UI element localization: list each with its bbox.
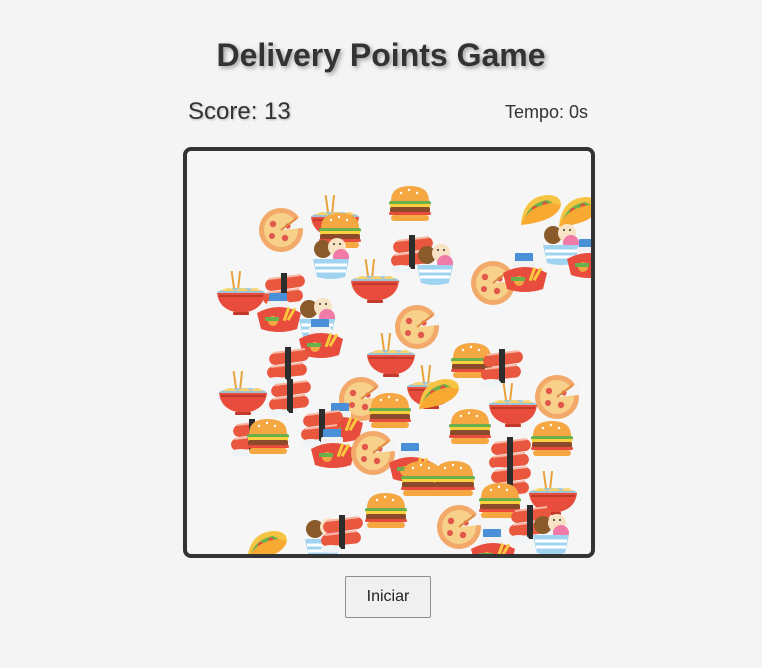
fries-icon[interactable]: [565, 237, 591, 286]
burger-icon[interactable]: [245, 417, 291, 462]
icecream-icon[interactable]: [309, 233, 353, 286]
fries-icon[interactable]: [469, 527, 517, 554]
icecream-icon[interactable]: [413, 239, 457, 292]
game-app: Delivery Points Game Score: 13 Tempo: 0s: [0, 0, 762, 668]
burger-icon[interactable]: [387, 184, 433, 229]
burger-icon[interactable]: [363, 491, 409, 536]
pizza-icon[interactable]: [257, 206, 305, 259]
score-display: Score: 13: [188, 98, 291, 125]
sushi-icon[interactable]: [317, 511, 369, 554]
burger-icon[interactable]: [431, 459, 477, 504]
taco-icon[interactable]: [243, 527, 291, 554]
page-title: Delivery Points Game: [216, 37, 546, 73]
timer-display: Tempo: 0s: [504, 102, 588, 122]
icecream-icon[interactable]: [529, 509, 573, 554]
game-board[interactable]: [183, 147, 595, 558]
start-button[interactable]: Iniciar: [345, 576, 431, 618]
